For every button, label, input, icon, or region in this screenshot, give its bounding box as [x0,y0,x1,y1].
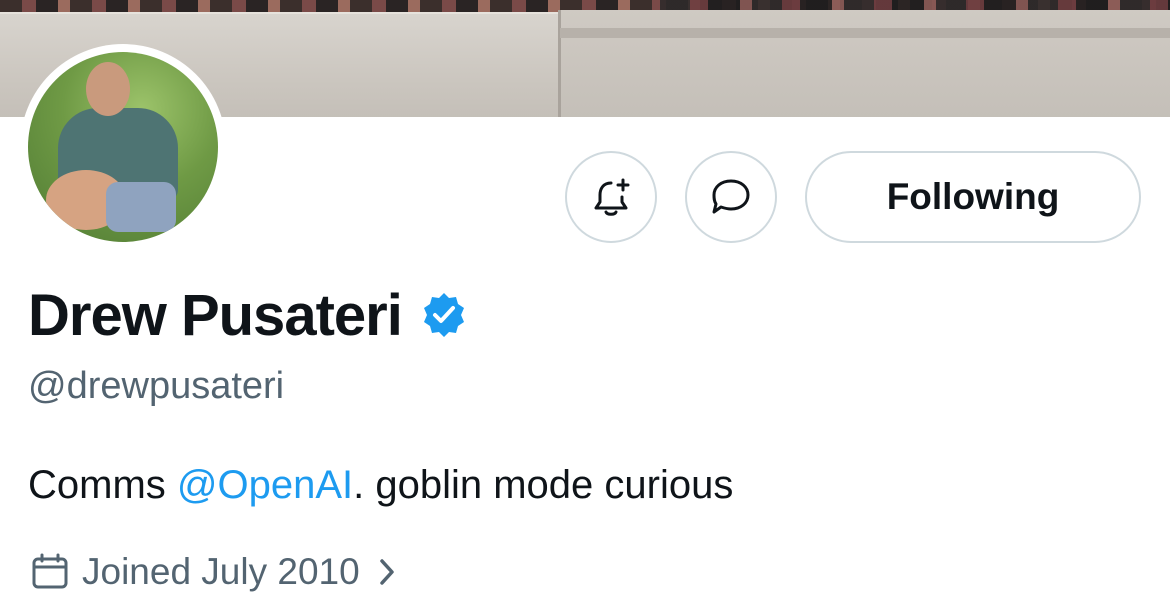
avatar-figure-head [86,62,130,116]
display-name: Drew Pusateri [28,282,403,348]
following-button[interactable]: Following [805,151,1141,243]
avatar[interactable] [28,52,218,242]
joined-date-row[interactable]: Joined July 2010 [30,548,398,596]
bell-plus-icon [594,178,630,216]
chevron-right-icon [379,559,394,585]
avatar-figure-shorts [106,182,176,232]
notifications-button[interactable] [565,151,657,243]
banner-ledge [560,28,1170,38]
bio-suffix: . goblin mode curious [353,463,734,507]
joined-date: Joined July 2010 [82,551,360,592]
calendar-icon [32,553,68,589]
profile-bio: Comms @OpenAI. goblin mode curious [28,463,733,508]
verified-badge-icon[interactable] [420,291,468,339]
message-button[interactable] [685,151,777,243]
bio-prefix: Comms [28,463,177,507]
bio-mention-link[interactable]: @OpenAI [177,463,353,507]
profile-name-row: Drew Pusateri [28,280,468,350]
banner-wall-right [558,10,1170,117]
profile-handle: @drewpusateri [28,365,285,407]
following-button-label: Following [886,176,1060,217]
message-bubble-icon [712,179,750,214]
